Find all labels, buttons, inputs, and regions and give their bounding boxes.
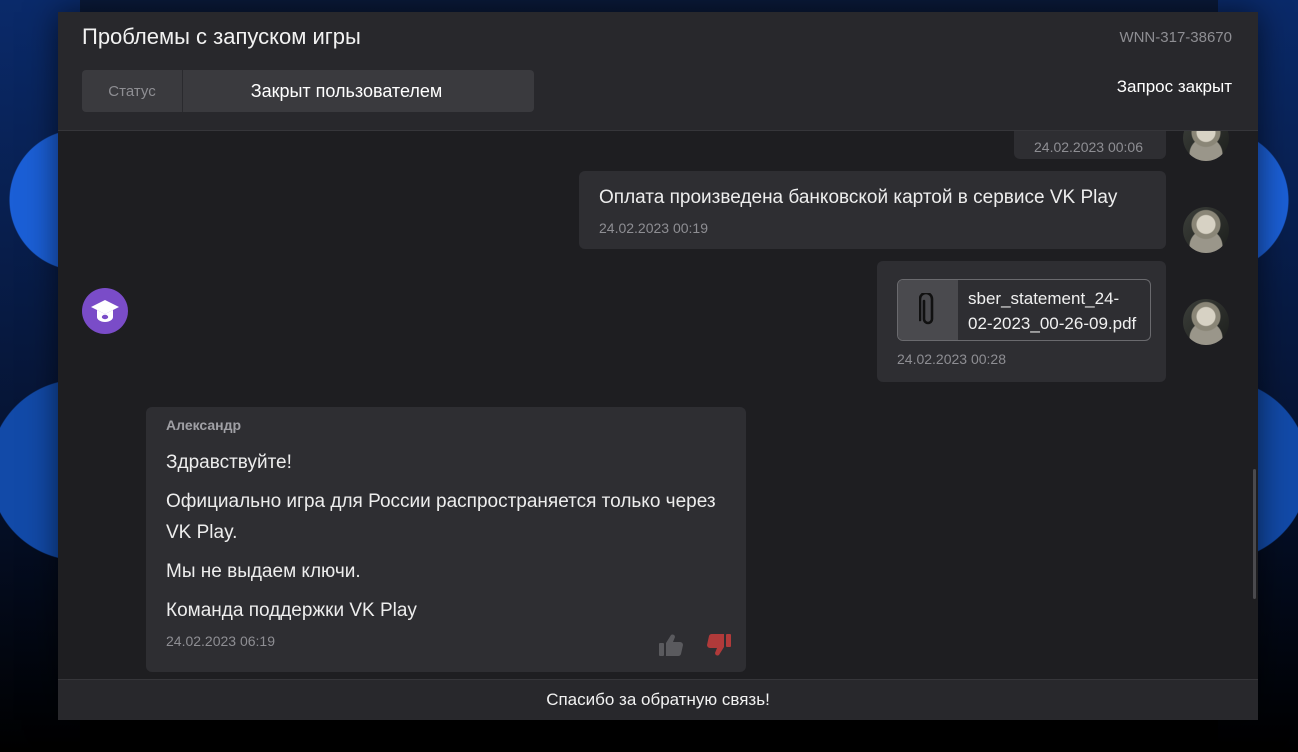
paperclip-icon: [898, 280, 958, 340]
ticket-id: WNN-317-38670: [1119, 29, 1232, 46]
status-box: Статус Закрыт пользователем: [82, 70, 534, 112]
message-bubble: Оплата произведена банковской картой в с…: [579, 171, 1166, 249]
ticket-title: Проблемы с запуском игры: [82, 24, 361, 49]
user-avatar: [1183, 131, 1229, 161]
thumbs-down-icon[interactable]: [706, 633, 732, 657]
request-closed-label: Запрос закрыт: [1116, 77, 1232, 96]
feedback-thanks: Спасибо за обратную связь!: [58, 679, 1258, 720]
message-time: 24.02.2023 00:06: [1034, 139, 1143, 155]
agent-message-line: Команда поддержки VK Play: [166, 600, 417, 621]
ticket-header: Проблемы с запуском игры WNN-317-38670 С…: [58, 12, 1258, 131]
agent-message-line: Здравствуйте!: [166, 452, 292, 473]
message-bubble: 24.02.2023 00:06: [1014, 131, 1166, 159]
message-time: 24.02.2023 00:19: [599, 220, 708, 236]
status-value: Закрыт пользователем: [250, 80, 443, 101]
user-avatar: [1183, 299, 1229, 345]
user-avatar: [1183, 207, 1229, 253]
agent-avatar: [82, 288, 128, 334]
agent-message-line: Мы не выдаем ключи.: [166, 561, 361, 582]
message-bubble: sber_statement_24-02-2023_00-26-09.pdf 2…: [877, 261, 1166, 382]
agent-name: Александр: [166, 417, 242, 433]
graduation-cap-icon: [91, 300, 119, 322]
agent-message-bubble: Александр Здравствуйте! Официально игра …: [146, 407, 746, 672]
message-text: Оплата произведена банковской картой в с…: [599, 187, 1118, 208]
scrollbar[interactable]: [1253, 469, 1256, 599]
message-time: 24.02.2023 00:28: [897, 351, 1006, 367]
status-label: Статус: [82, 70, 183, 112]
message-time: 24.02.2023 06:19: [166, 633, 275, 649]
agent-message-line: Официально игра для России распространяе…: [166, 491, 716, 543]
thumbs-up-icon[interactable]: [658, 633, 684, 657]
attachment-name: sber_statement_24-02-2023_00-26-09.pdf: [968, 289, 1137, 333]
ticket-modal: Проблемы с запуском игры WNN-317-38670 С…: [58, 12, 1258, 720]
attachment-file[interactable]: sber_statement_24-02-2023_00-26-09.pdf: [897, 279, 1151, 341]
message-feed[interactable]: 24.02.2023 00:06 Оплата произведена банк…: [58, 131, 1258, 679]
